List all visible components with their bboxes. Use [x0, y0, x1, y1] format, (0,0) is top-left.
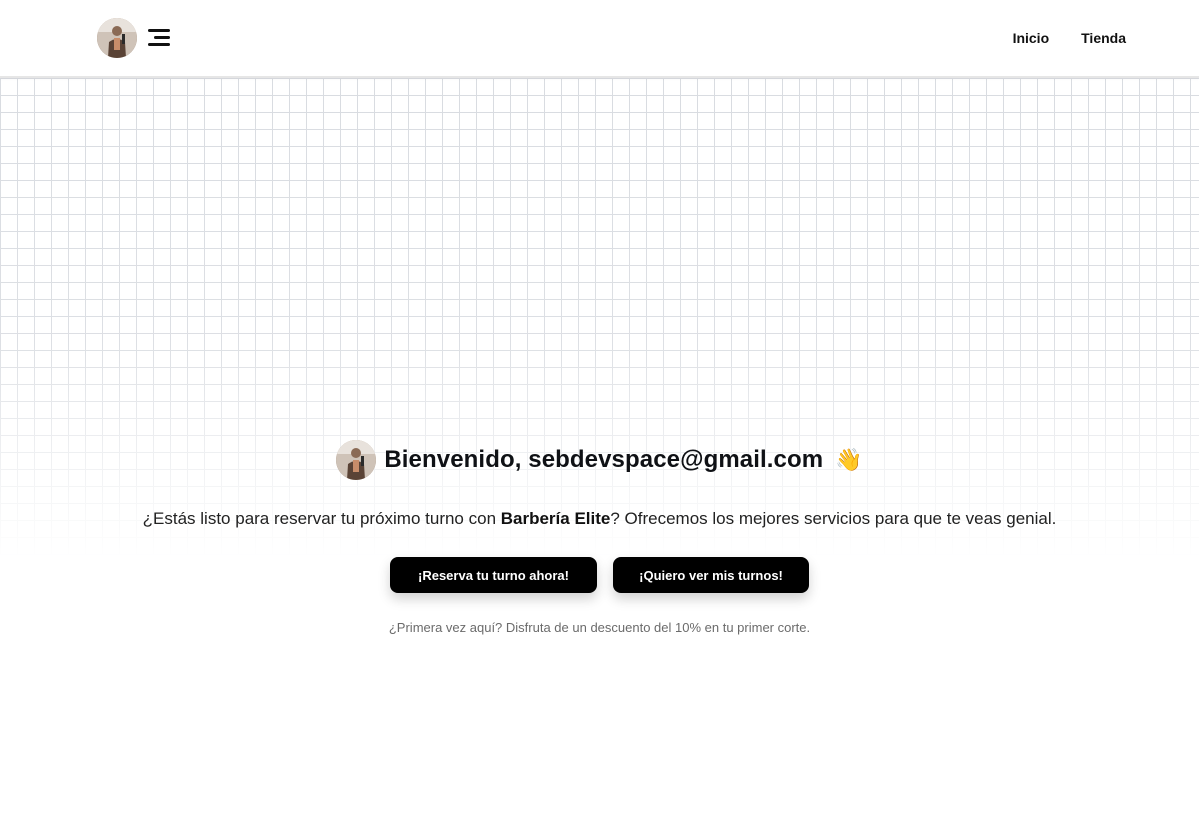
subtitle-prefix: ¿Estás listo para reservar tu próximo tu…: [142, 509, 501, 528]
main-nav: Inicio Tienda: [1013, 30, 1126, 46]
nav-link-tienda[interactable]: Tienda: [1081, 30, 1126, 46]
person-photo-icon: [97, 18, 137, 58]
hamburger-menu-icon[interactable]: [148, 28, 170, 48]
view-appointments-button[interactable]: ¡Quiero ver mis turnos!: [613, 557, 809, 593]
top-navbar: Inicio Tienda: [0, 0, 1199, 78]
welcome-heading-row: Bienvenido, sebdevspace@gmail.com 👋: [0, 440, 1199, 480]
subtitle-suffix: ? Ofrecemos los mejores servicios para q…: [610, 509, 1057, 528]
welcome-title: Bienvenido, sebdevspace@gmail.com: [384, 446, 824, 473]
nav-link-inicio[interactable]: Inicio: [1013, 30, 1050, 46]
person-photo-icon: [336, 440, 377, 480]
brand-name: Barbería Elite: [500, 509, 611, 528]
welcome-subtitle: ¿Estás listo para reservar tu próximo tu…: [0, 509, 1199, 529]
book-appointment-button[interactable]: ¡Reserva tu turno ahora!: [390, 557, 597, 593]
first-visit-discount-note: ¿Primera vez aquí? Disfruta de un descue…: [388, 620, 811, 635]
grid-background: [0, 78, 1199, 558]
waving-hand-icon: 👋: [835, 447, 863, 472]
user-avatar[interactable]: [97, 18, 137, 58]
user-avatar: [336, 440, 377, 480]
cta-buttons: ¡Reserva tu turno ahora! ¡Quiero ver mis…: [0, 557, 1199, 593]
